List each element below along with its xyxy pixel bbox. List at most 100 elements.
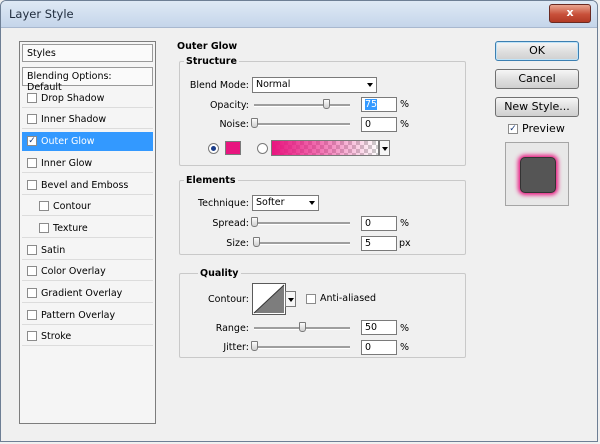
preview-checkbox[interactable]: ✓ [508,124,518,134]
opacity-value: 75 [365,99,378,110]
technique-select[interactable]: Softer [252,195,319,211]
style-item-label: Satin [41,245,66,256]
blend-mode-value: Normal [256,79,291,90]
size-value: 5 [365,238,372,249]
style-item-inner-glow[interactable]: Inner Glow [22,154,153,173]
jitter-label: Jitter: [223,342,249,353]
spread-slider-thumb[interactable] [251,217,258,227]
range-label: Range: [215,323,249,334]
anti-aliased-checkbox[interactable] [306,294,316,304]
style-item-contour[interactable]: Contour [22,197,153,216]
style-item-gradient-overlay[interactable]: Gradient Overlay [22,284,153,303]
range-slider-thumb[interactable] [299,322,306,332]
size-slider-track[interactable] [254,242,350,245]
texture-checkbox[interactable] [39,223,49,233]
jitter-unit: % [400,342,410,353]
window-title: Layer Style [9,7,74,21]
inner-shadow-checkbox[interactable] [27,114,37,124]
styles-list: Styles Blending Options: Default Drop Sh… [19,41,156,424]
opacity-input[interactable]: 75 [361,97,397,112]
style-item-drop-shadow[interactable]: Drop Shadow [22,89,153,108]
spread-value: 0 [365,218,372,229]
noise-label: Noise: [219,119,249,130]
noise-value: 0 [365,119,372,130]
range-input[interactable]: 50 [361,320,397,335]
size-slider-thumb[interactable] [252,237,260,247]
preview-square [520,157,556,193]
style-item-label: Stroke [41,331,72,342]
style-item-texture[interactable]: Texture [22,219,153,238]
style-item-inner-shadow[interactable]: Inner Shadow [22,110,153,129]
noise-input[interactable]: 0 [361,117,397,132]
opacity-label: Opacity: [209,100,249,111]
outer-glow-checkbox[interactable]: ✓ [27,136,37,146]
blending-options-item[interactable]: Blending Options: Default [22,67,153,93]
style-preview [505,142,569,206]
elements-title: Elements [184,175,238,186]
gradient-radio[interactable] [257,143,268,154]
contour-checkbox[interactable] [39,201,49,211]
cancel-button[interactable]: Cancel [495,69,579,89]
title-bar: Layer Style x [1,1,597,28]
contour-curve-icon [253,284,285,314]
gradient-overlay-checkbox[interactable] [27,288,37,298]
style-item-label: Drop Shadow [41,93,105,104]
color-overlay-checkbox[interactable] [27,266,37,276]
gradient-dropdown-button[interactable] [379,140,390,156]
satin-checkbox[interactable] [27,245,37,255]
drop-shadow-checkbox[interactable] [27,93,37,103]
jitter-slider-track[interactable] [254,346,350,349]
opacity-slider-track[interactable] [254,104,350,107]
blend-mode-select[interactable]: Normal [252,77,377,93]
styles-header[interactable]: Styles [22,44,153,62]
quality-title: Quality [198,268,241,279]
style-item-satin[interactable]: Satin [22,241,153,260]
spread-unit: % [400,218,410,229]
noise-unit: % [400,119,410,130]
bevel-emboss-checkbox[interactable] [27,180,37,190]
style-item-outer-glow[interactable]: ✓ Outer Glow [22,132,153,151]
glow-color-swatch[interactable] [225,141,241,155]
glow-gradient-picker[interactable] [271,140,379,156]
structure-title: Structure [184,56,239,67]
solid-color-radio[interactable] [208,143,219,154]
contour-dropdown-button[interactable] [285,291,296,307]
anti-aliased-label: Anti-aliased [320,293,377,304]
new-style-button[interactable]: New Style... [495,97,579,117]
stroke-checkbox[interactable] [27,331,37,341]
preview-label: Preview [522,122,565,135]
style-item-color-overlay[interactable]: Color Overlay [22,262,153,281]
spread-label: Spread: [212,218,249,229]
spread-input[interactable]: 0 [361,216,397,231]
jitter-input[interactable]: 0 [361,340,397,355]
contour-preview[interactable] [252,283,286,315]
outer-glow-title: Outer Glow [177,41,238,52]
close-button[interactable]: x [549,4,591,23]
opacity-unit: % [400,99,410,110]
style-item-label: Color Overlay [41,266,106,277]
noise-slider-track[interactable] [254,123,350,126]
jitter-slider-thumb[interactable] [251,341,258,351]
size-label: Size: [226,238,249,249]
size-input[interactable]: 5 [361,236,397,251]
pattern-overlay-checkbox[interactable] [27,310,37,320]
style-item-label: Bevel and Emboss [41,180,129,191]
style-item-bevel-emboss[interactable]: Bevel and Emboss [22,176,153,195]
style-item-label: Gradient Overlay [41,288,123,299]
style-item-label: Inner Glow [41,158,93,169]
technique-label: Technique: [197,198,249,209]
spread-slider-track[interactable] [254,222,350,225]
inner-glow-checkbox[interactable] [27,158,37,168]
style-item-pattern-overlay[interactable]: Pattern Overlay [22,306,153,325]
ok-button[interactable]: OK [495,41,579,61]
style-item-label: Outer Glow [41,136,95,147]
noise-slider-thumb[interactable] [251,118,258,128]
opacity-slider-thumb[interactable] [323,99,330,109]
layer-style-dialog: Layer Style x Styles Blending Options: D… [0,0,598,442]
style-item-stroke[interactable]: Stroke [22,327,153,346]
blend-mode-label: Blend Mode: [189,80,249,91]
style-item-label: Contour [53,201,91,212]
contour-label: Contour: [208,294,249,305]
technique-value: Softer [256,197,285,208]
range-unit: % [400,323,410,334]
